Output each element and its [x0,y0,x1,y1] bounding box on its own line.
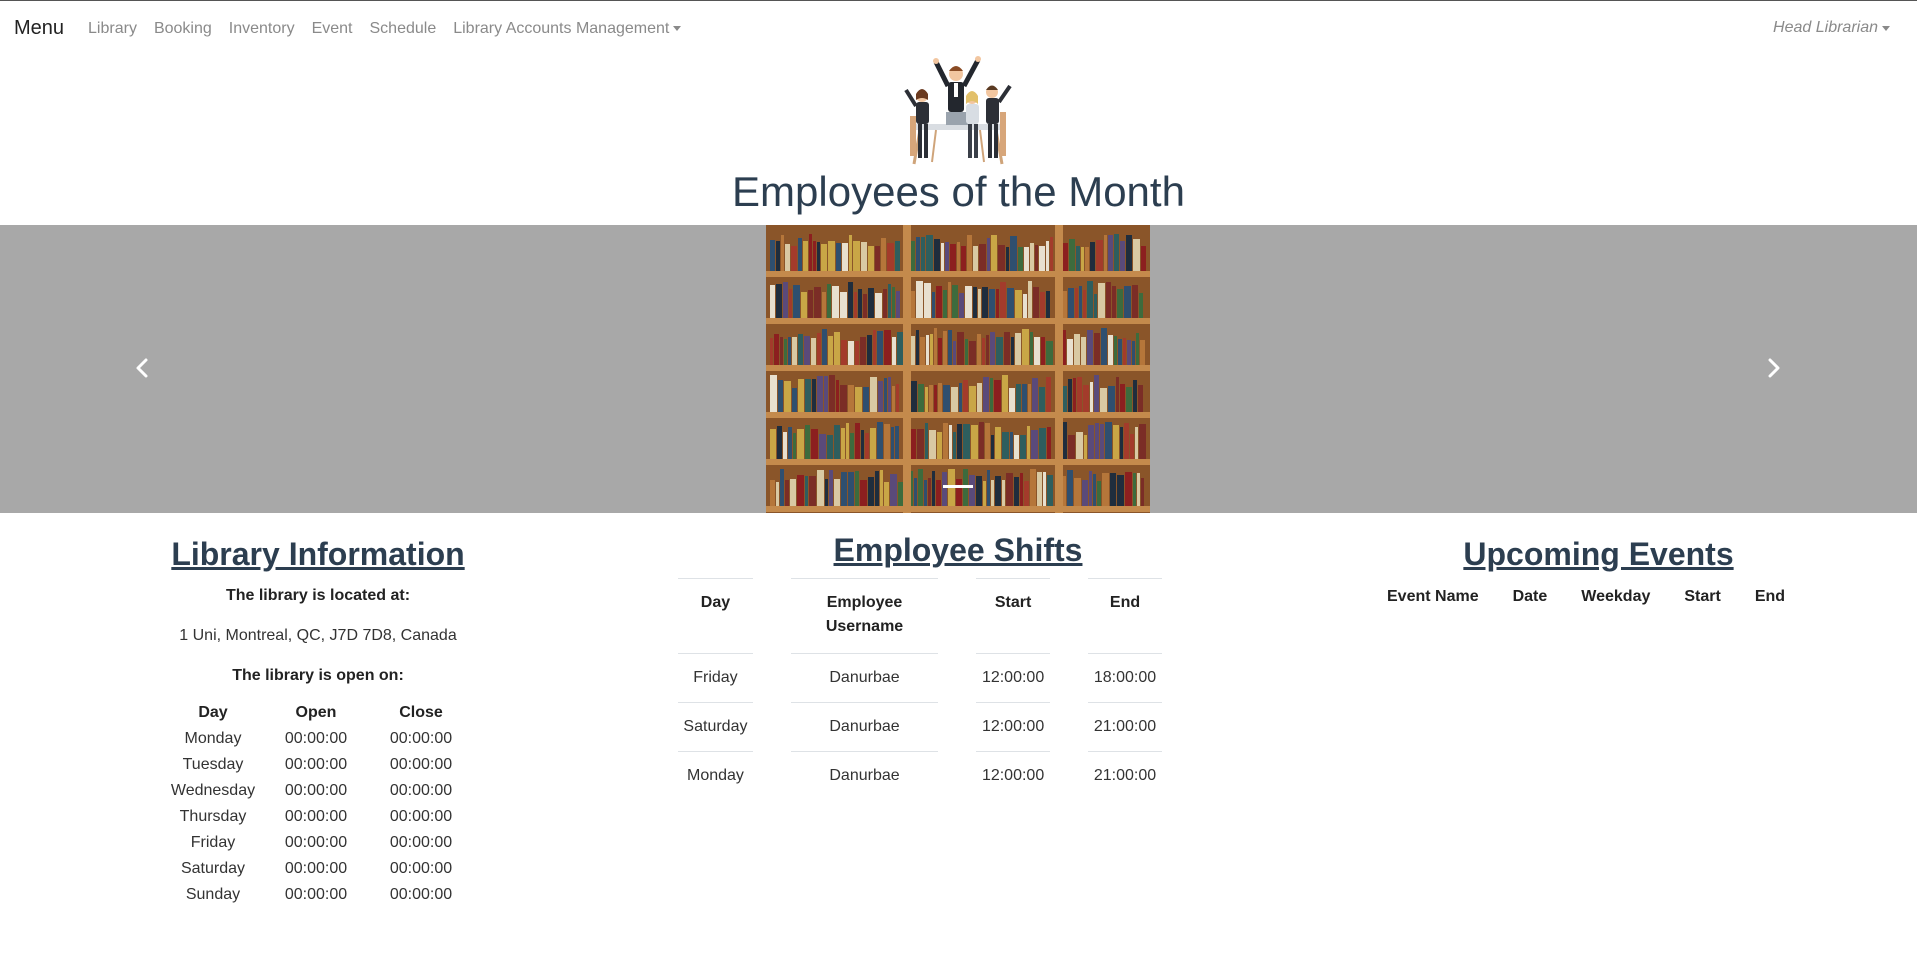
table-cell: 00:00:00 [284,756,348,773]
column-header: End [1088,578,1162,653]
column-header: Event Name [1387,588,1479,605]
opening-hours-header: Day Open Close [168,700,468,726]
table-cell: Monday [184,730,242,747]
table-cell: Danurbae [790,653,939,702]
column-header: Start [1684,588,1721,605]
nav-accounts-label: Library Accounts Management [453,19,670,37]
table-cell: Danurbae [790,702,939,751]
opening-hours-table: Day Open Close Monday 00:00:00 00:00:00 Tu… [168,700,468,908]
library-info-title: Library Information [171,536,465,572]
table-cell: Thursday [179,808,247,825]
team-celebration-illustration [904,56,1012,165]
table-cell: 12:00:00 [976,702,1051,751]
column-header: Employee Username [790,578,939,653]
caret-down-icon [673,26,682,31]
table-cell: 00:00:00 [284,860,348,877]
table-cell: Wednesday [170,782,256,799]
table-row: Wednesday 00:00:00 00:00:00 [168,778,468,804]
open-label: The library is open on: [232,667,404,684]
table-cell: 00:00:00 [389,730,453,747]
column-header: Day [198,704,228,721]
table-row: Monday 00:00:00 00:00:00 [168,726,468,752]
table-cell: 00:00:00 [389,782,453,799]
table-cell: 18:00:00 [1088,653,1162,702]
carousel [0,225,1917,513]
nav-accounts-dropdown[interactable]: Library Accounts Management [453,19,682,38]
table-cell: 00:00:00 [284,808,348,825]
table-cell: Sunday [185,886,241,903]
upcoming-events-title: Upcoming Events [1463,536,1734,572]
chevron-right-icon[interactable] [1758,353,1788,383]
nav-event[interactable]: Event [312,20,353,38]
table-cell: 21:00:00 [1088,702,1162,751]
navbar-brand[interactable]: Menu [14,17,64,40]
page-title: Employees of the Month [732,168,1185,215]
chevron-left-icon[interactable] [128,353,158,383]
table-cell: Friday [678,653,753,702]
table-cell: 00:00:00 [389,886,453,903]
table-row: Tuesday 00:00:00 00:00:00 [168,752,468,778]
employee-shifts-table: Day Employee Username Start End Friday Da… [640,578,1200,800]
employee-shifts-title: Employee Shifts [833,532,1083,568]
located-label: The library is located at: [225,587,411,604]
table-cell: 21:00:00 [1088,751,1162,800]
table-cell: 00:00:00 [389,860,453,877]
column-header: Weekday [1581,588,1651,605]
table-cell: Tuesday [182,756,244,773]
carousel-indicator-active[interactable] [943,485,973,488]
table-row: Friday Danurbae 12:00:00 18:00:00 [678,653,1162,702]
nav-inventory[interactable]: Inventory [229,20,295,38]
library-address: 1 Uni, Montreal, QC, J7D 7D8, Canada [179,627,457,644]
caret-down-icon [1882,25,1890,31]
column-header-label: Employee Username [825,594,904,635]
table-cell: 00:00:00 [389,834,453,851]
upcoming-events-table: Event Name Date Weekday Start End [1370,584,1802,610]
table-cell: 12:00:00 [976,653,1051,702]
user-dropdown[interactable]: Head Librarian [1773,19,1890,37]
nav-booking[interactable]: Booking [154,20,212,38]
nav-schedule[interactable]: Schedule [370,20,437,38]
table-row: Monday Danurbae 12:00:00 21:00:00 [678,751,1162,800]
table-row: Saturday 00:00:00 00:00:00 [168,856,468,882]
navbar: Menu Library Booking Inventory Event Sch… [0,0,1917,56]
table-cell: 00:00:00 [389,808,453,825]
events-header: Event Name Date Weekday Start End [1370,584,1802,610]
column-header: Start [976,578,1051,653]
table-cell: 00:00:00 [284,834,348,851]
table-cell: 12:00:00 [976,751,1051,800]
column-header: Date [1512,588,1548,605]
table-cell: Friday [190,834,236,851]
table-cell: 00:00:00 [284,886,348,903]
column-header: Close [399,704,443,721]
table-cell: Saturday [678,702,753,751]
column-header: End [1754,588,1786,605]
table-cell: Monday [678,751,753,800]
table-cell: 00:00:00 [389,756,453,773]
table-cell: 00:00:00 [284,730,348,747]
shifts-header: Day Employee Username Start End [678,578,1162,653]
table-row: Thursday 00:00:00 00:00:00 [168,804,468,830]
table-cell: Danurbae [790,751,939,800]
table-cell: 00:00:00 [284,782,348,799]
user-label: Head Librarian [1773,19,1878,36]
bookshelf-slide-image [766,225,1150,513]
column-header: Day [678,578,753,653]
table-row: Friday 00:00:00 00:00:00 [168,830,468,856]
table-cell: Saturday [180,860,246,877]
nav-library[interactable]: Library [88,20,137,38]
column-header: Open [295,704,337,721]
table-row: Saturday Danurbae 12:00:00 21:00:00 [678,702,1162,751]
table-row: Sunday 00:00:00 00:00:00 [168,882,468,908]
